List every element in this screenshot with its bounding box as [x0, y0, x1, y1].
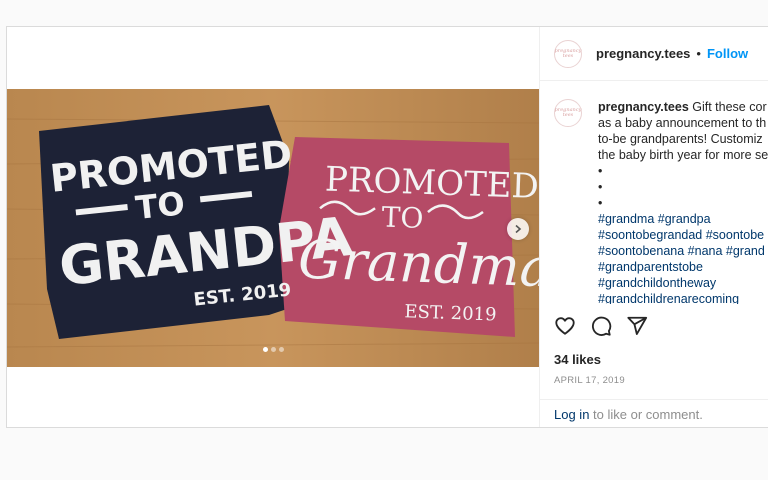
carousel-dot	[278, 347, 284, 352]
post-date[interactable]: APRIL 17, 2019	[554, 375, 625, 386]
hashtag-line[interactable]: #grandma #grandpa	[598, 211, 768, 227]
carousel-dot	[262, 347, 268, 352]
hashtag-line[interactable]: #soontobenana #nana #grand	[598, 243, 768, 259]
post-photo[interactable]: PROMOTED TO GRANDPA EST. 2019 PROMOTED T…	[7, 89, 539, 367]
hashtag-line[interactable]: #grandchildrenarecoming	[598, 291, 768, 304]
caption-username[interactable]: pregnancy.tees	[598, 100, 689, 114]
right-line3: Grandma	[297, 228, 539, 300]
shirts-image: PROMOTED TO GRANDPA EST. 2019 PROMOTED T…	[7, 89, 539, 367]
follow-button[interactable]: Follow	[707, 46, 748, 61]
hashtag-line[interactable]: #soontobegrandad #soontobe	[598, 227, 768, 243]
avatar-text: pregnancy tees	[554, 47, 582, 59]
caption-avatar[interactable]: pregnancy tees	[554, 99, 582, 127]
likes-count[interactable]: 34 likes	[554, 352, 601, 367]
left-line2: TO	[134, 184, 187, 227]
action-bar	[554, 315, 648, 337]
caption-bullet: •	[598, 196, 603, 210]
caption-text: pregnancy.tees Gift these cor as a baby …	[598, 99, 768, 304]
hashtag-line[interactable]: #grandparentstobe	[598, 259, 768, 275]
caption-line: Gift these cor	[692, 100, 767, 114]
login-link[interactable]: Log in	[554, 407, 589, 422]
caption-bullet: •	[598, 164, 603, 178]
carousel-dots	[7, 347, 539, 352]
caption-line: as a baby announcement to th	[598, 116, 767, 130]
right-line4: EST. 2019	[404, 301, 497, 325]
right-line1: PROMOTED	[324, 159, 539, 206]
caption-line: to-be grandparents! Customiz	[598, 132, 763, 146]
login-suffix: to like or comment.	[589, 407, 703, 422]
carousel-dot	[270, 347, 276, 352]
comment-icon[interactable]	[590, 315, 612, 337]
login-prompt: Log in to like or comment.	[554, 407, 703, 422]
caption-bullet: •	[598, 180, 603, 194]
post-media: PROMOTED TO GRANDPA EST. 2019 PROMOTED T…	[7, 27, 539, 427]
separator-dot: •	[696, 46, 701, 61]
heart-icon[interactable]	[554, 315, 576, 337]
caption-line: the baby birth year for more se	[598, 148, 768, 162]
avatar[interactable]: pregnancy tees	[554, 39, 582, 68]
post-frame: PROMOTED TO GRANDPA EST. 2019 PROMOTED T…	[6, 26, 768, 428]
username-link[interactable]: pregnancy.tees	[596, 46, 690, 61]
avatar-text: pregnancy tees	[554, 107, 582, 118]
next-image-button[interactable]	[507, 218, 529, 240]
share-icon[interactable]	[626, 315, 648, 337]
hashtag-line[interactable]: #grandchildontheway	[598, 275, 768, 291]
caption: pregnancy tees pregnancy.tees Gift these…	[554, 99, 768, 304]
post-header: pregnancy tees pregnancy.tees • Follow	[540, 27, 768, 81]
chevron-right-icon	[515, 224, 522, 234]
post-sidebar: pregnancy tees pregnancy.tees • Follow p…	[539, 27, 768, 427]
divider	[540, 399, 768, 400]
